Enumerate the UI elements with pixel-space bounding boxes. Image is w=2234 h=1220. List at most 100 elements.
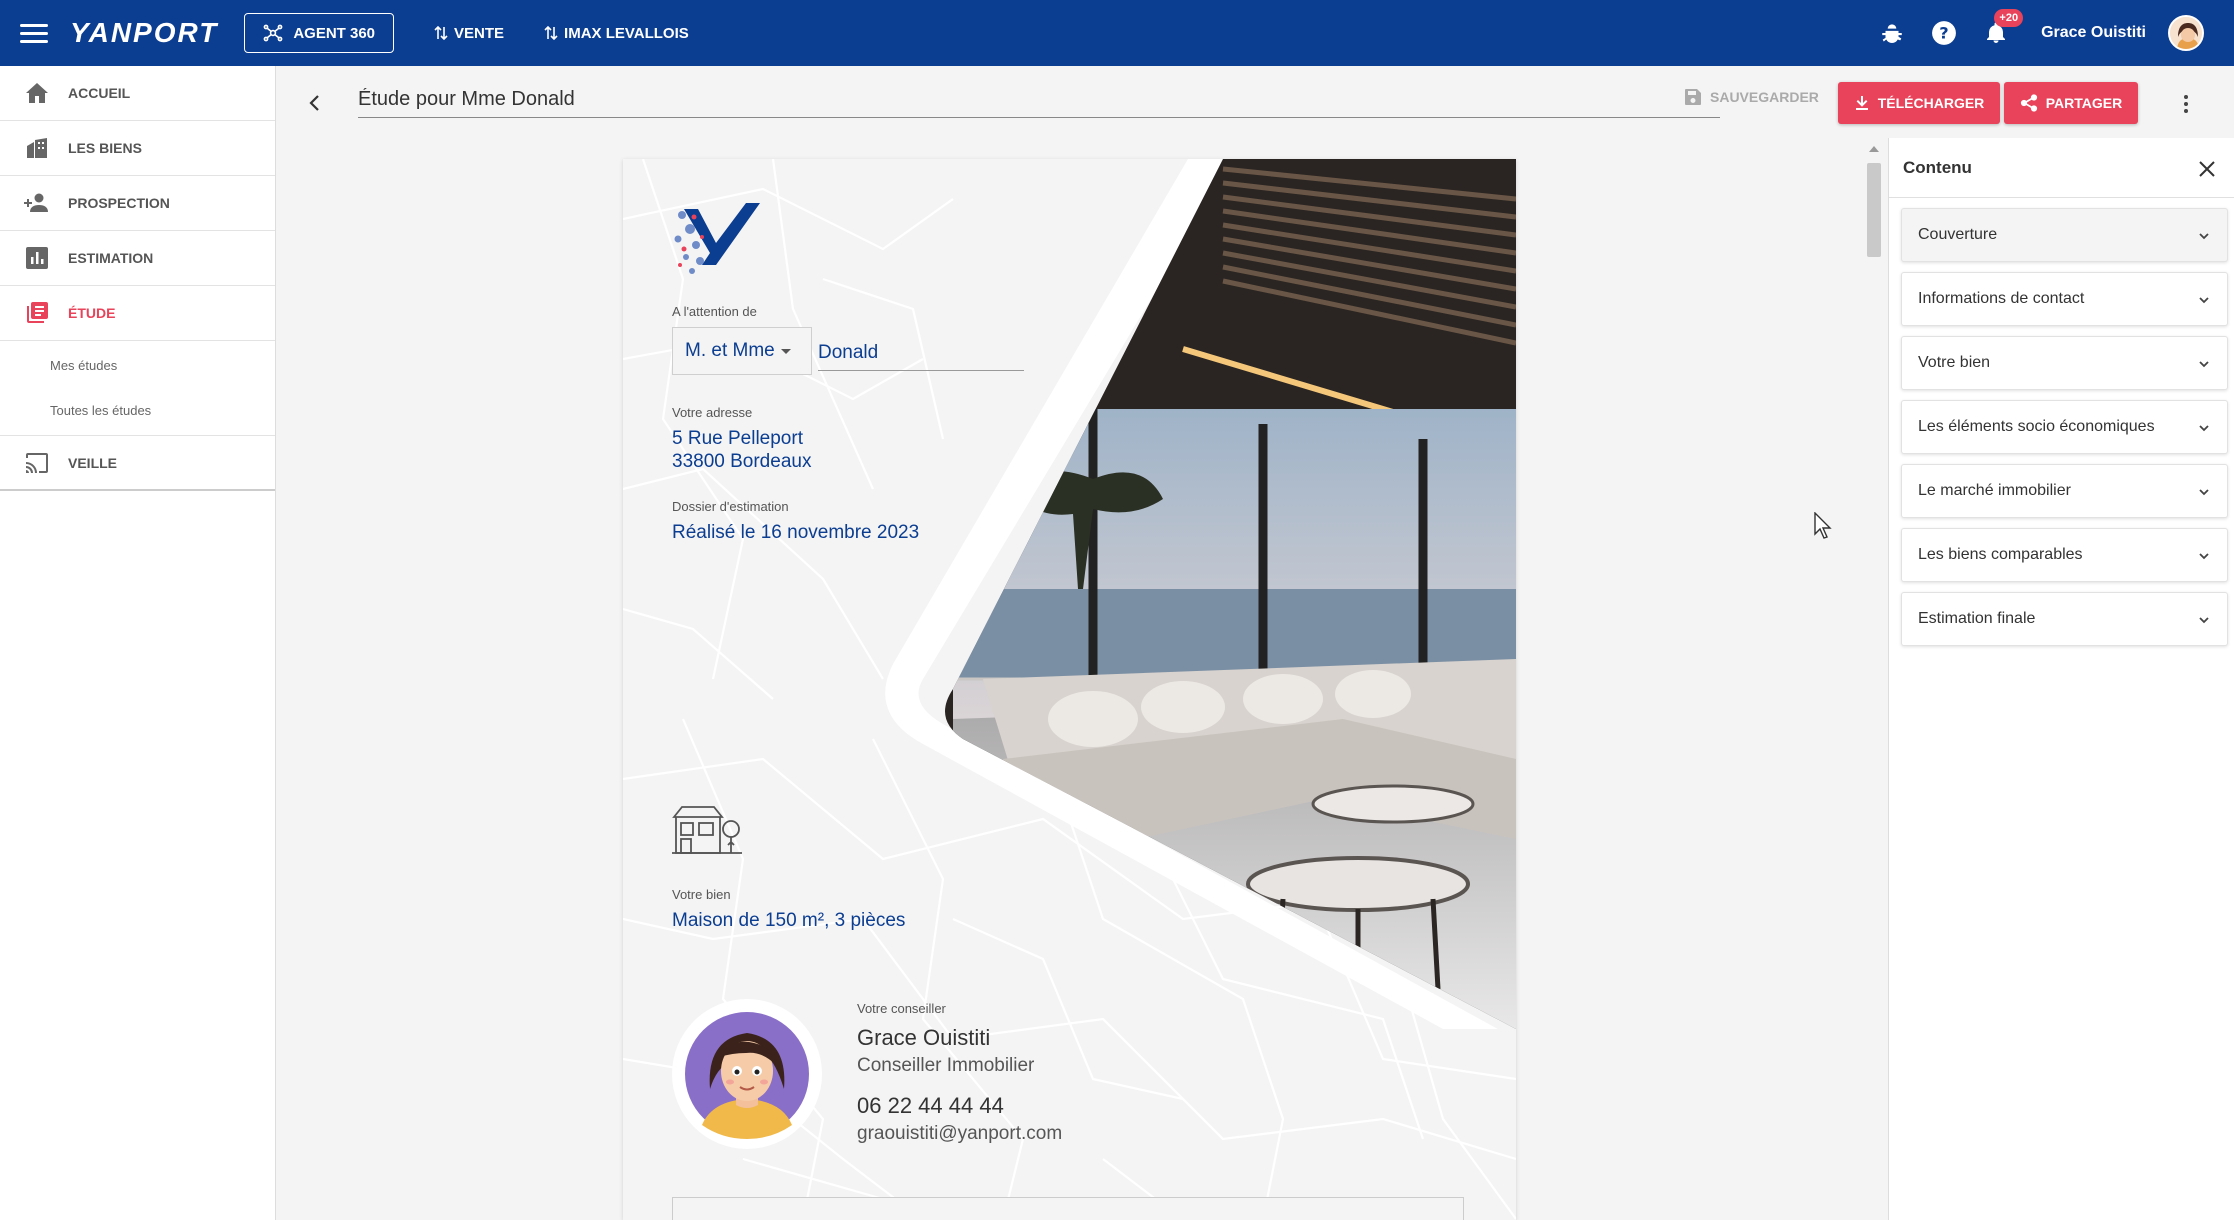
mouse-cursor-icon xyxy=(1814,512,1832,539)
section-label: Les éléments socio économiques xyxy=(1918,418,2155,435)
brand-logo-icon xyxy=(674,203,760,274)
section-informations-contact[interactable]: Informations de contact xyxy=(1901,272,2228,326)
sidebar-item-veille[interactable]: VEILLE xyxy=(0,436,275,491)
section-estimation-finale[interactable]: Estimation finale xyxy=(1901,592,2228,646)
chevron-down-icon xyxy=(2199,425,2209,432)
address-label: Votre adresse xyxy=(672,405,753,420)
section-label: Couverture xyxy=(1918,226,1998,243)
sidebar-subitem-toutes-etudes[interactable]: Toutes les études xyxy=(0,388,275,433)
download-icon xyxy=(1855,96,1868,110)
sidebar-item-estimation[interactable]: ESTIMATION xyxy=(0,231,275,286)
agent-360-button[interactable]: AGENT 360 xyxy=(244,13,395,53)
close-icon[interactable] xyxy=(2198,160,2216,178)
notification-badge: +20 xyxy=(1994,9,2024,27)
download-button[interactable]: TÉLÉCHARGER xyxy=(1838,82,2000,124)
chevron-down-icon xyxy=(2199,233,2209,240)
top-right-tools: ? +20 Grace Ouistiti xyxy=(1877,0,2204,66)
notifications-icon[interactable]: +20 xyxy=(1981,9,2024,48)
chevron-down-icon xyxy=(2199,489,2209,496)
nav-vente-label: VENTE xyxy=(454,24,505,42)
advisor-label: Votre conseiller xyxy=(857,1001,946,1016)
section-marche-immobilier[interactable]: Le marché immobilier xyxy=(1901,464,2228,518)
sidebar-item-label: ESTIMATION xyxy=(68,250,154,266)
bug-report-icon[interactable] xyxy=(1877,18,1907,48)
swap-vertical-icon xyxy=(544,25,558,41)
scroll-up-arrow-icon[interactable] xyxy=(1869,146,1879,152)
chevron-down-icon xyxy=(2199,617,2209,624)
sidebar-subitem-mes-etudes[interactable]: Mes études xyxy=(0,343,275,388)
section-biens-comparables[interactable]: Les biens comparables xyxy=(1901,528,2228,582)
advisor-name: Grace Ouistiti xyxy=(857,1025,991,1050)
sidebar-item-label: ÉTUDE xyxy=(68,305,116,321)
user-name[interactable]: Grace Ouistiti xyxy=(2041,24,2146,42)
section-votre-bien[interactable]: Votre bien xyxy=(1901,336,2228,390)
sidebar-item-accueil[interactable]: ACCUEIL xyxy=(0,66,275,121)
chevron-down-icon xyxy=(2199,297,2209,304)
sidebar-item-label: ACCUEIL xyxy=(68,85,131,101)
bien-label: Votre bien xyxy=(672,887,731,902)
top-bar: YANPORT AGENT 360 VENTE IMAX LEVALLOIS ?… xyxy=(0,0,2234,66)
section-label: Informations de contact xyxy=(1918,290,2085,307)
advisor-avatar xyxy=(672,999,822,1149)
chevron-down-icon xyxy=(2199,553,2209,560)
property-photo xyxy=(885,159,1516,1029)
study-title-input[interactable] xyxy=(358,82,1720,118)
bar-chart-icon xyxy=(24,245,50,271)
content-panel-header: Contenu xyxy=(1889,138,2234,198)
cast-icon xyxy=(24,450,50,476)
address-line2: 33800 Bordeaux xyxy=(672,451,812,472)
svg-text:?: ? xyxy=(1939,23,1948,42)
menu-icon[interactable] xyxy=(20,23,48,43)
agent-360-label: AGENT 360 xyxy=(293,24,376,42)
scrollbar-thumb[interactable] xyxy=(1867,163,1881,257)
save-button[interactable]: SAUVEGARDER xyxy=(1684,88,1819,106)
advisor-email: graouistiti@yanport.com xyxy=(857,1123,1063,1144)
person-add-icon xyxy=(24,190,50,216)
section-label: Estimation finale xyxy=(1918,610,2036,627)
document-preview: A l'attention de M. et Mme Votre adresse… xyxy=(623,159,1516,1220)
document-scrollbar[interactable] xyxy=(1865,138,1883,1220)
back-arrow-icon[interactable] xyxy=(304,92,326,114)
sidebar-item-les-biens[interactable]: LES BIENS xyxy=(0,121,275,176)
buildings-icon xyxy=(24,135,50,161)
content-panel: Contenu Couverture Informations de conta… xyxy=(1888,138,2234,1220)
help-icon[interactable]: ? xyxy=(1929,18,1959,48)
download-label: TÉLÉCHARGER xyxy=(1877,95,1985,111)
nav-imax-label: IMAX LEVALLOIS xyxy=(564,24,689,42)
civility-select[interactable]: M. et Mme xyxy=(672,327,812,375)
sidebar-item-etude[interactable]: ÉTUDE xyxy=(0,286,275,341)
caret-down-icon xyxy=(780,348,791,354)
civility-value: M. et Mme xyxy=(685,340,775,361)
share-icon xyxy=(2020,94,2037,112)
share-button[interactable]: PARTAGER xyxy=(2004,82,2138,124)
sidebar: ACCUEIL LES BIENS PROSPECTION ESTIMATION… xyxy=(0,66,276,1220)
app-logo[interactable]: YANPORT xyxy=(70,17,218,49)
last-name-input[interactable] xyxy=(818,335,1024,371)
sidebar-item-label: VEILLE xyxy=(68,454,118,471)
save-label: SAUVEGARDER xyxy=(1710,89,1819,105)
content-panel-title: Contenu xyxy=(1903,157,1972,177)
more-options-icon[interactable] xyxy=(2176,94,2196,114)
section-socio-economiques[interactable]: Les éléments socio économiques xyxy=(1901,400,2228,454)
library-icon xyxy=(24,300,50,326)
section-couverture[interactable]: Couverture xyxy=(1901,208,2228,262)
dossier-value: Réalisé le 16 novembre 2023 xyxy=(672,522,920,543)
advisor-phone: 06 22 44 44 44 xyxy=(857,1093,1004,1118)
next-page-preview xyxy=(672,1197,1464,1220)
section-label: Les biens comparables xyxy=(1918,546,2083,563)
address-line1: 5 Rue Pelleport xyxy=(672,428,803,449)
house-icon xyxy=(672,806,742,854)
nav-imax-levallois[interactable]: IMAX LEVALLOIS xyxy=(534,25,699,42)
section-label: Votre bien xyxy=(1918,354,1991,371)
sidebar-item-label: PROSPECTION xyxy=(68,195,170,211)
user-avatar[interactable] xyxy=(2168,15,2204,51)
study-header: SAUVEGARDER TÉLÉCHARGER PARTAGER xyxy=(276,66,2234,138)
etude-submenu: Mes études Toutes les études xyxy=(0,341,275,436)
agent-network-icon xyxy=(263,24,283,42)
nav-vente[interactable]: VENTE xyxy=(424,25,514,42)
sidebar-item-prospection[interactable]: PROSPECTION xyxy=(0,176,275,231)
home-icon xyxy=(24,80,50,106)
swap-vertical-icon xyxy=(434,25,448,41)
share-label: PARTAGER xyxy=(2045,95,2123,111)
attention-label: A l'attention de xyxy=(672,304,757,319)
